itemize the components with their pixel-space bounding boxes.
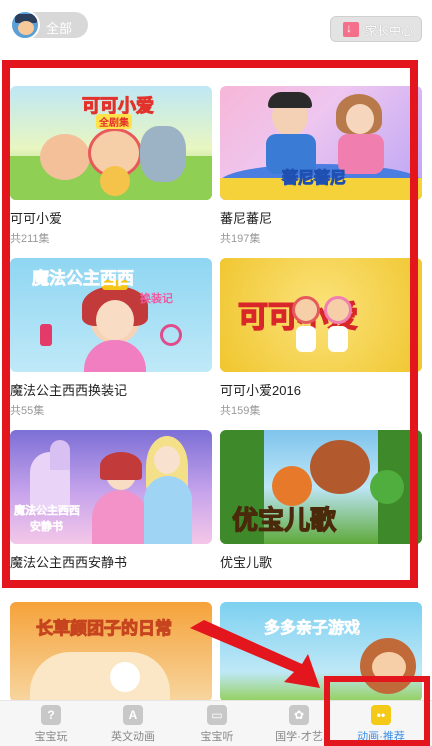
video-title[interactable]: 可可小爱	[10, 208, 62, 227]
tab-label: 动画·推荐	[357, 731, 405, 743]
show-logo: 魔法公主西西	[32, 269, 135, 290]
download-box-icon	[343, 21, 359, 37]
filter-pill[interactable]: 全部	[10, 10, 88, 40]
tab-label: 英文动画	[111, 731, 155, 743]
video-thumbnail[interactable]: 可可小爱	[220, 258, 422, 372]
tab-classics-talent[interactable]: ✿ 国学·才艺	[256, 701, 342, 746]
video-title[interactable]: 蕃尼蕃尼	[220, 208, 272, 227]
show-logo: 魔法公主西西	[14, 504, 80, 517]
paw-icon: ✿	[289, 705, 309, 725]
show-logo: 长草颜团子的日常	[36, 619, 173, 640]
tab-english-cartoons[interactable]: A 英文动画	[90, 701, 176, 746]
video-title[interactable]: 可可小爱2016	[220, 380, 301, 399]
show-logo: 优宝儿歌	[231, 505, 337, 536]
episode-count: 共197集	[220, 233, 261, 245]
tab-label: 国学·才艺	[275, 731, 323, 743]
video-thumbnail[interactable]: 魔法公主西西 换装记	[10, 258, 212, 372]
avatar-face	[18, 21, 34, 35]
video-thumbnail[interactable]: 蕃尼蕃尼	[220, 86, 422, 200]
episode-count: 共211集	[10, 233, 50, 245]
top-bar: 全部 家长中心	[0, 0, 432, 52]
tv-icon: ••	[371, 705, 391, 725]
video-title[interactable]: 优宝儿歌	[220, 552, 272, 571]
video-card[interactable]: 长草颜团子的日常	[10, 602, 212, 702]
show-logo-sub: 安静书	[30, 520, 63, 533]
video-thumbnail[interactable]: 魔法公主西西 安静书	[10, 430, 212, 544]
video-title[interactable]: 魔法公主西西换装记	[10, 380, 127, 399]
episode-count: 共159集	[220, 405, 261, 417]
video-thumbnail[interactable]: 可可小爱 全剧集	[10, 86, 212, 200]
calendar-icon: ?	[41, 705, 61, 725]
radio-icon: ▭	[207, 705, 227, 725]
filter-label: 全部	[46, 21, 73, 36]
parent-center-button[interactable]: 家长中心	[330, 16, 422, 42]
episode-count: 共55集	[10, 405, 45, 417]
letter-a-icon: A	[123, 705, 143, 725]
video-thumbnail[interactable]: 优宝儿歌	[220, 430, 422, 544]
show-logo-sub: 换装记	[140, 292, 173, 305]
tab-baby-listen[interactable]: ▭ 宝宝听	[174, 701, 260, 746]
tab-label: 宝宝听	[200, 731, 234, 743]
tab-label: 宝宝玩	[34, 731, 68, 743]
tab-baby-play[interactable]: ? 宝宝玩	[8, 701, 94, 746]
parent-center-label: 家长中心	[365, 24, 414, 38]
avatar[interactable]	[10, 10, 40, 40]
show-logo: 蕃尼蕃尼	[281, 168, 347, 188]
bottom-tab-bar: ? 宝宝玩 A 英文动画 ▭ 宝宝听 ✿ 国学·才艺 •• 动画·推荐	[0, 700, 432, 746]
show-logo-sub: 全剧集	[96, 114, 132, 129]
tab-animation-recommend[interactable]: •• 动画·推荐	[338, 701, 424, 746]
annotation-arrow-icon	[190, 620, 320, 688]
video-title[interactable]: 魔法公主西西安静书	[10, 552, 127, 571]
